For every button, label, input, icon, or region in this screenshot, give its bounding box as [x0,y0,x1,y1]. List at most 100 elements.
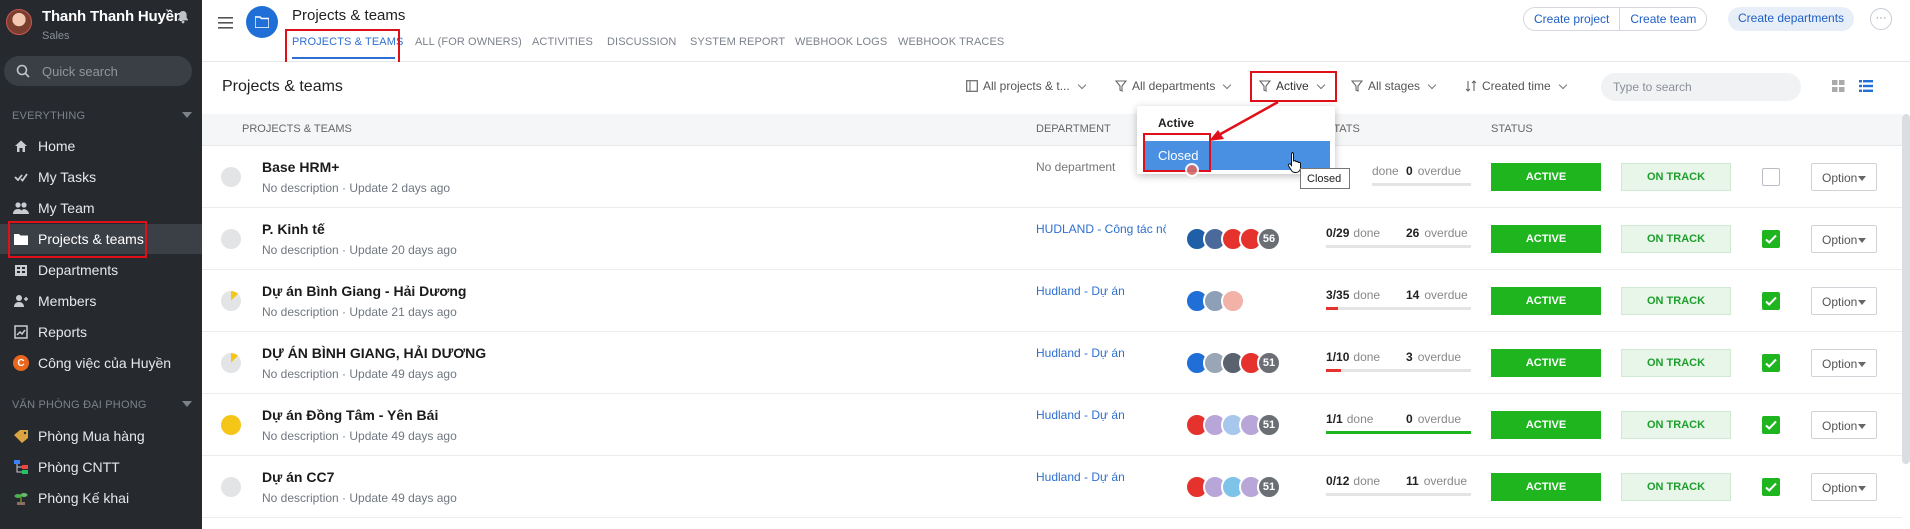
overdue-label: overdue [1423,474,1468,488]
avatar[interactable] [6,9,32,35]
grid-view-icon[interactable] [1832,80,1845,92]
tab-activities[interactable]: ACTIVITIES [532,36,593,48]
sidebar-item-my-team[interactable]: My Team [0,193,202,223]
tab-all-for-owners[interactable]: ALL (FOR OWNERS) [415,36,522,48]
sidebar-item-it[interactable]: Phòng CNTT [0,452,202,482]
project-name[interactable]: Dự án CC7 [262,469,334,485]
track-badge[interactable]: ON TRACK [1621,473,1731,501]
scrollbar[interactable] [1902,114,1910,464]
sidebar-item-personal-project[interactable]: C Công việc của Huyền [0,348,202,378]
option-dropdown[interactable]: Option [1811,349,1877,377]
project-status-dot[interactable] [221,229,241,249]
sidebar-item-my-tasks[interactable]: My Tasks [0,162,202,192]
project-name[interactable]: Base HRM+ [262,159,339,175]
project-department[interactable]: Hudland - Dự án [1036,408,1166,422]
row-checkbox[interactable] [1762,230,1780,248]
project-name[interactable]: Dự án Đồng Tâm - Yên Bái [262,407,438,423]
option-dropdown[interactable]: Option [1811,411,1877,439]
status-filter-label: Active [1276,79,1309,93]
project-name[interactable]: P. Kinh tế [262,221,325,237]
project-description: No description · Update 49 days ago [262,491,457,505]
search-input[interactable] [1601,73,1801,101]
status-badge[interactable]: ACTIVE [1491,163,1601,191]
team-icon [13,200,29,216]
sidebar-item-purchasing[interactable]: Phòng Mua hàng [0,421,202,451]
project-status-dot[interactable] [221,291,241,311]
row-checkbox[interactable] [1762,478,1780,496]
tab-system-report[interactable]: SYSTEM REPORT [690,36,785,48]
sidebar-item-home[interactable]: Home [0,131,202,161]
option-dropdown[interactable]: Option [1811,287,1877,315]
tab-webhook-logs[interactable]: WEBHOOK LOGS [795,36,887,48]
dropdown-option-active[interactable]: Active [1158,116,1194,130]
project-name[interactable]: DỰ ÁN BÌNH GIANG, HẢI DƯƠNG [262,345,486,361]
project-status-dot[interactable] [221,415,241,435]
member-avatars[interactable]: 51 [1185,413,1281,437]
track-badge[interactable]: ON TRACK [1621,163,1731,191]
sidebar-item-label: Reports [38,324,88,340]
check-icon [1765,482,1777,492]
overdue-label: overdue [1424,226,1468,240]
status-badge[interactable]: ACTIVE [1491,349,1601,377]
status-badge[interactable]: ACTIVE [1491,411,1601,439]
user-panel[interactable]: Thanh Thanh Huyền Sales [0,0,202,50]
row-checkbox[interactable] [1762,354,1780,372]
create-project-button[interactable]: Create project [1524,8,1619,30]
member-avatars[interactable] [1185,163,1199,187]
done-count: 0 [1326,226,1333,240]
tab-webhook-traces[interactable]: WEBHOOK TRACES [898,36,1004,48]
row-checkbox[interactable] [1762,416,1780,434]
total-count: 10 [1336,350,1350,364]
sidebar-item-members[interactable]: Members [0,286,202,316]
track-badge[interactable]: ON TRACK [1621,411,1731,439]
project-name[interactable]: Dự án Bình Giang - Hải Dương [262,283,466,299]
project-department[interactable]: Hudland - Dự án [1036,470,1166,484]
stages-filter-label: All stages [1368,79,1421,93]
project-status-dot[interactable] [221,167,241,187]
check-icon [1765,234,1777,244]
sidebar-item-reports[interactable]: Reports [0,317,202,347]
create-team-button[interactable]: Create team [1619,8,1706,30]
sidebar-item-departments[interactable]: Departments [0,255,202,285]
sidebar-item-projects-teams[interactable]: Projects & teams [0,224,202,254]
chevron-down-icon[interactable] [182,401,192,407]
status-badge[interactable]: ACTIVE [1491,473,1601,501]
row-checkbox[interactable] [1762,168,1780,186]
check-icon [1765,358,1777,368]
scope-filter[interactable]: All projects & t... [966,79,1086,93]
create-departments-button[interactable]: Create departments [1728,7,1855,31]
more-options-button[interactable]: ··· [1870,8,1892,30]
list-view-icon[interactable] [1859,80,1873,92]
tab-discussion[interactable]: DISCUSSION [607,36,676,48]
track-badge[interactable]: ON TRACK [1621,287,1731,315]
member-avatars[interactable]: 56 [1185,227,1281,251]
project-status-dot[interactable] [221,353,241,373]
member-avatars[interactable] [1185,289,1245,313]
chevron-down-icon [1558,80,1567,89]
tab-projects-teams[interactable]: PROJECTS & TEAMS [292,36,403,48]
stages-filter[interactable]: All stages [1351,79,1437,93]
quick-search[interactable]: Quick search [4,56,192,86]
project-status-dot[interactable] [221,477,241,497]
member-avatars[interactable]: 51 [1185,475,1281,499]
option-dropdown[interactable]: Option [1811,163,1877,191]
track-badge[interactable]: ON TRACK [1621,225,1731,253]
hamburger-menu-icon[interactable] [218,16,234,30]
project-department[interactable]: Hudland - Dự án [1036,284,1166,298]
option-dropdown[interactable]: Option [1811,225,1877,253]
department-filter[interactable]: All departments [1115,79,1232,93]
status-filter[interactable]: Active [1259,79,1325,93]
bell-icon[interactable] [176,10,190,24]
member-avatars[interactable]: 51 [1185,351,1281,375]
chevron-down-icon[interactable] [182,112,192,118]
project-department[interactable]: Hudland - Dự án [1036,346,1166,360]
project-department[interactable]: HUDLAND - Công tác nội [1036,222,1166,236]
status-badge[interactable]: ACTIVE [1491,287,1601,315]
sort-filter[interactable]: Created time [1465,79,1567,93]
sidebar-item-declaration[interactable]: Phòng Kế khai [0,483,202,513]
sidebar: Thanh Thanh Huyền Sales Quick search EVE… [0,0,202,529]
track-badge[interactable]: ON TRACK [1621,349,1731,377]
status-badge[interactable]: ACTIVE [1491,225,1601,253]
row-checkbox[interactable] [1762,292,1780,310]
option-dropdown[interactable]: Option [1811,473,1877,501]
